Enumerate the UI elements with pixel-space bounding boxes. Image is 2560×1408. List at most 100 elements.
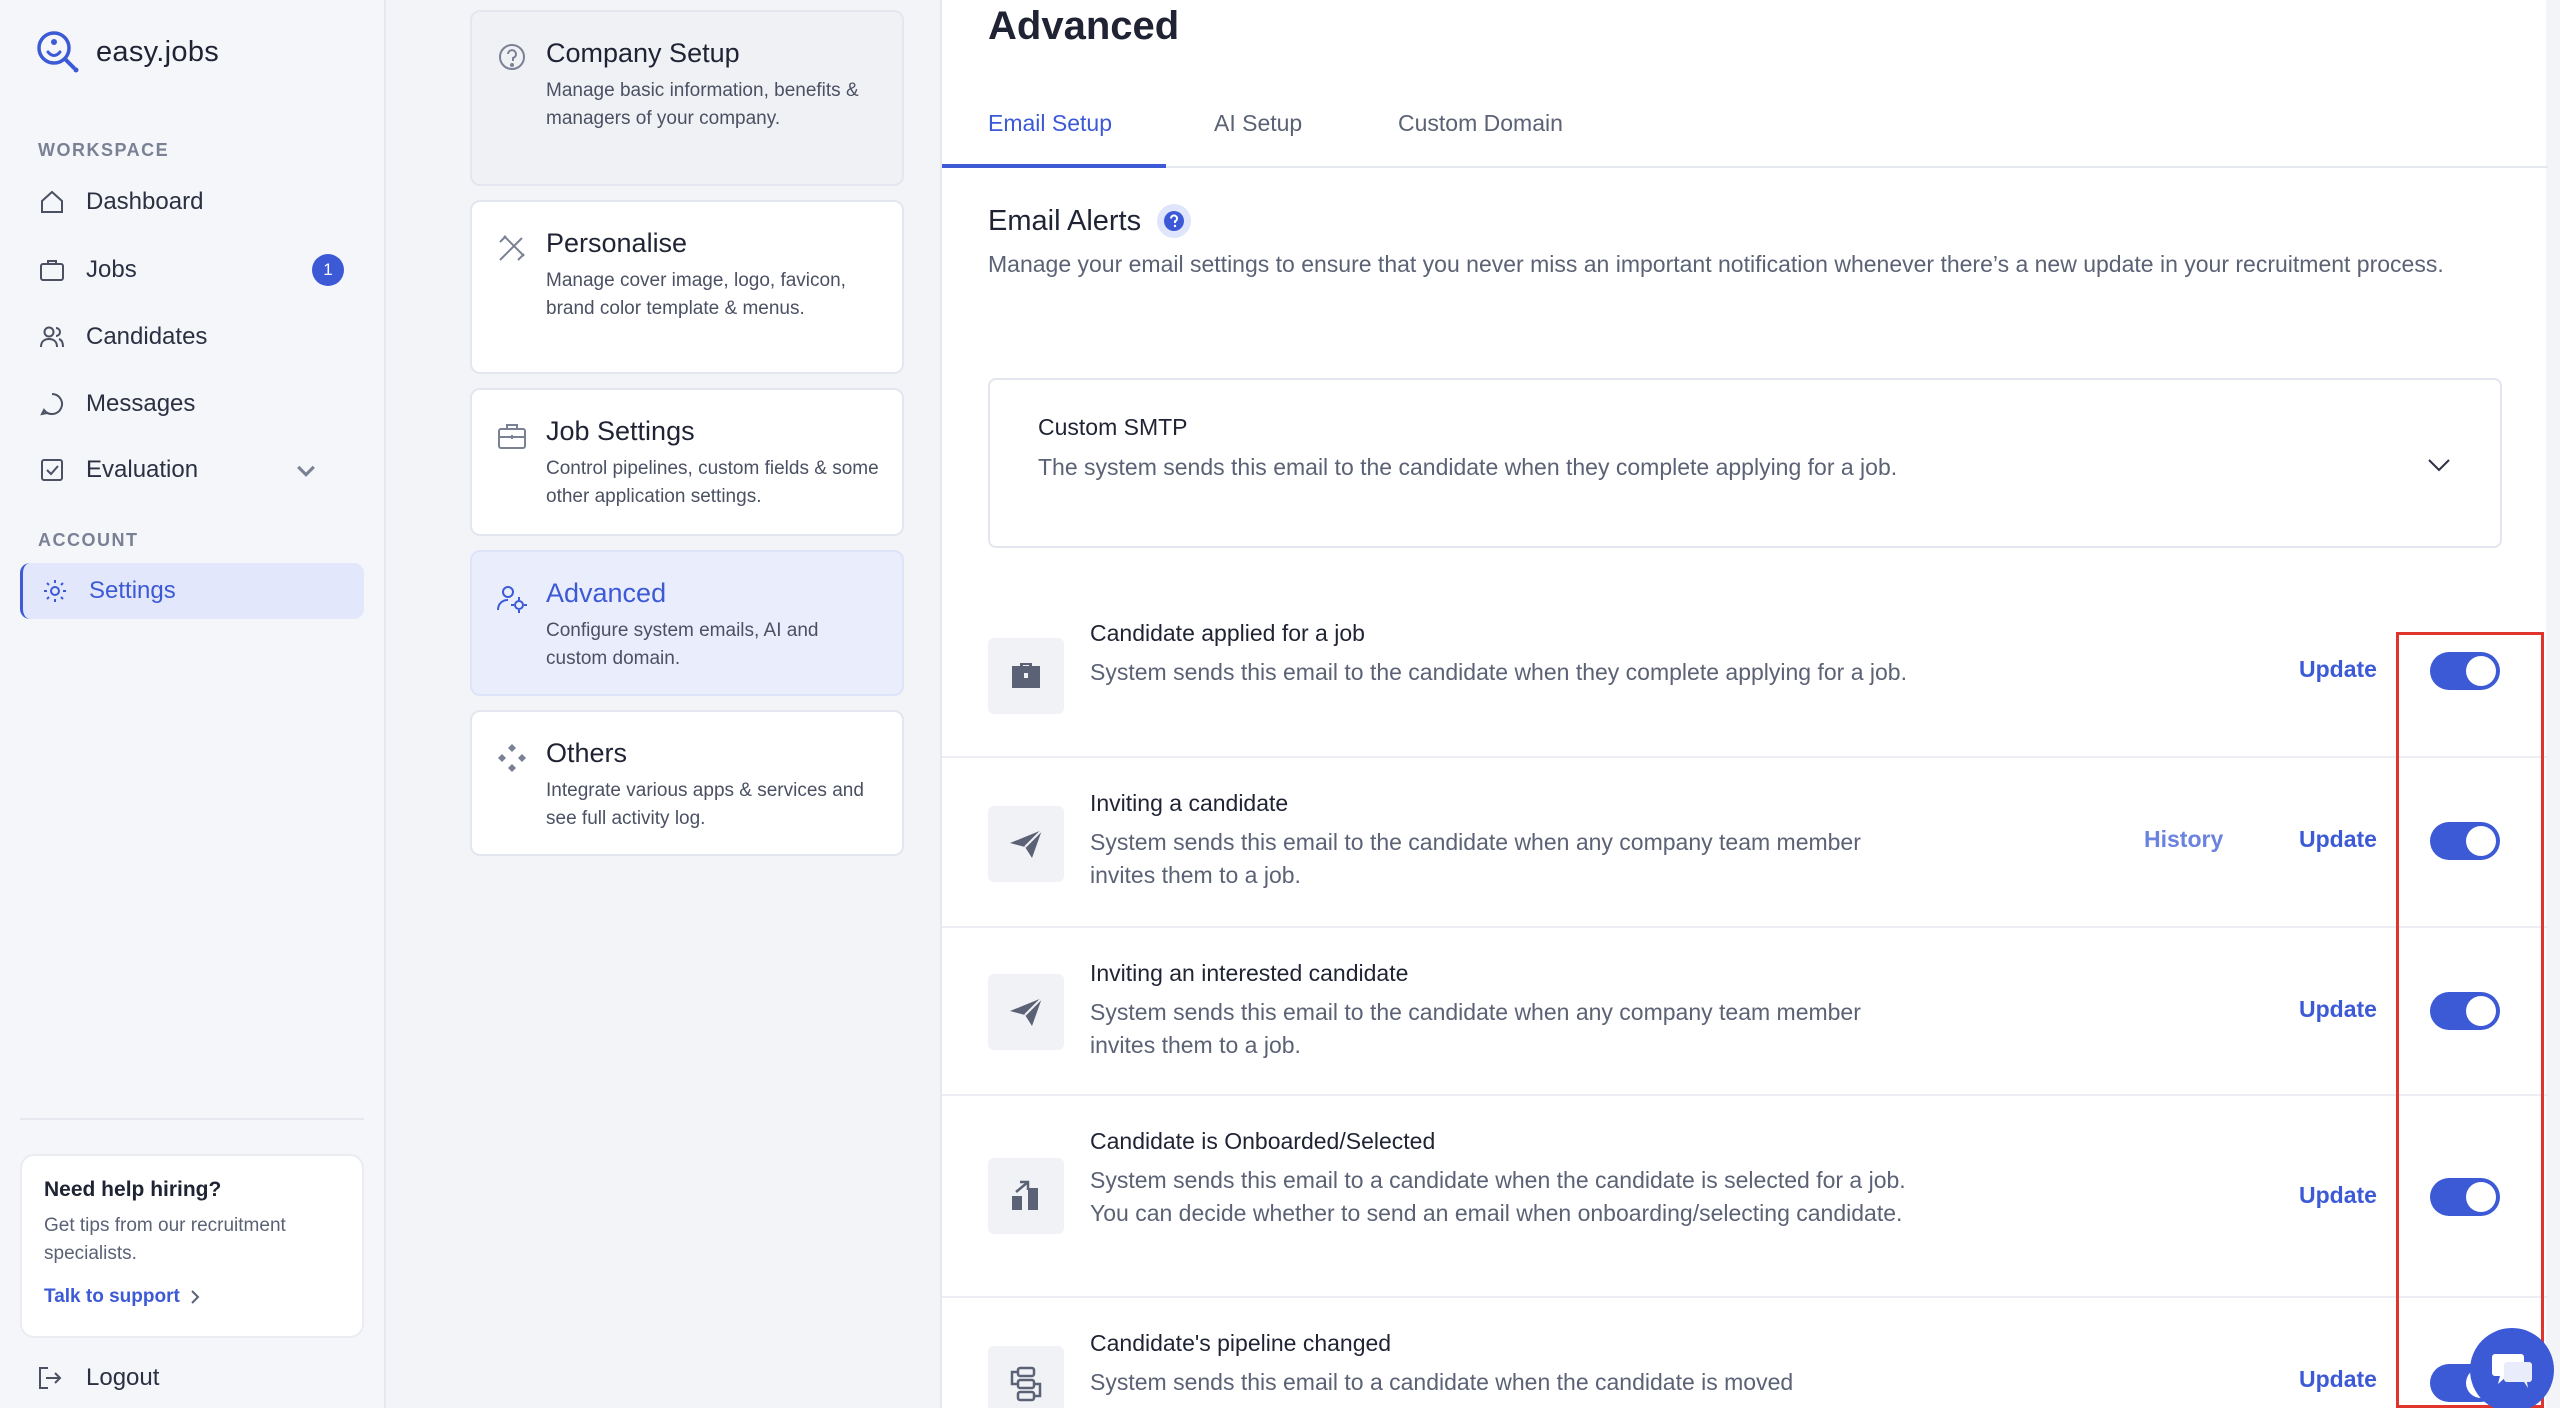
active-tab-indicator (942, 164, 1166, 168)
tab-custom-domain[interactable]: Custom Domain (1398, 110, 1563, 157)
question-bubble-icon (499, 44, 525, 70)
email-alert-toggle[interactable] (2430, 992, 2500, 1030)
apps-icon (498, 744, 526, 772)
onboard-icon (1012, 1180, 1038, 1210)
email-alert-toggle[interactable] (2430, 822, 2500, 860)
chevron-down-icon (2428, 459, 2450, 472)
brand-logo[interactable]: easy.jobs (34, 28, 219, 76)
chevron-down-icon (297, 465, 315, 477)
sidebar-item-label: Messages (86, 390, 196, 417)
jobs-count-badge: 1 (312, 254, 344, 286)
settings-card-job-settings[interactable]: Job Settings Control pipelines, custom f… (470, 388, 904, 536)
settings-card-title: Personalise (546, 228, 688, 258)
email-alerts-description: Manage your email settings to ensure tha… (988, 251, 2444, 277)
row-desc: System sends this email to a candidate w… (1090, 1167, 1906, 1226)
workspace-section-label: WORKSPACE (38, 140, 170, 160)
row-desc: System sends this email to the candidate… (1090, 659, 1907, 685)
row-title: Candidate is Onboarded/Selected (1090, 1128, 1436, 1154)
talk-to-support-label: Talk to support (44, 1286, 180, 1307)
sidebar-item-dashboard[interactable]: Dashboard (20, 174, 364, 230)
chat-support-button[interactable] (2470, 1328, 2554, 1408)
sidebar-item-label: Jobs (86, 256, 137, 283)
settings-menu: Company Setup Manage basic information, … (386, 0, 940, 1408)
sidebar-item-label: Dashboard (86, 188, 204, 215)
briefcase-icon (1012, 663, 1040, 688)
update-link[interactable]: Update (2299, 826, 2377, 853)
update-link[interactable]: Update (2299, 1182, 2377, 1209)
users-icon (40, 326, 64, 348)
email-alert-row: Candidate's pipeline changed System send… (942, 1298, 2548, 1408)
app-sidebar: easy.jobs WORKSPACE Dashboard Jobs 1 Can… (0, 0, 386, 1408)
checklist-icon (41, 459, 63, 481)
settings-card-desc: Manage cover image, logo, favicon, brand… (546, 270, 846, 319)
history-link[interactable]: History (2144, 826, 2223, 853)
help-card-title: Need help hiring? (44, 1178, 222, 1201)
row-icon-box (988, 1346, 1064, 1408)
row-title: Inviting a candidate (1090, 790, 1289, 816)
home-icon (41, 190, 63, 213)
row-icon-box (988, 806, 1064, 882)
row-desc: System sends this email to the candidate… (1090, 999, 1861, 1058)
settings-card-others[interactable]: Others Integrate various apps & services… (470, 710, 904, 856)
row-title: Candidate applied for a job (1090, 620, 1365, 646)
sidebar-item-settings[interactable]: Settings (20, 563, 364, 619)
update-link[interactable]: Update (2299, 1366, 2377, 1393)
update-link[interactable]: Update (2299, 996, 2377, 1023)
custom-smtp-accordion[interactable]: Custom SMTP The system sends this email … (988, 378, 2502, 548)
settings-card-desc: Control pipelines, custom fields & some … (546, 458, 879, 507)
sidebar-item-label: Settings (89, 577, 176, 604)
email-alert-row: Candidate applied for a job System sends… (942, 590, 2548, 758)
email-alert-row: Inviting a candidate System sends this e… (942, 758, 2548, 928)
email-alert-toggle[interactable] (2430, 1178, 2500, 1216)
logout-button[interactable]: Logout (36, 1364, 159, 1392)
settings-card-desc: Configure system emails, AI and custom d… (546, 620, 819, 669)
settings-card-personalise[interactable]: Personalise Manage cover image, logo, fa… (470, 200, 904, 374)
row-icon-box (988, 638, 1064, 714)
logout-label: Logout (86, 1364, 160, 1391)
account-section-label: ACCOUNT (38, 530, 139, 550)
pipeline-icon (1010, 1366, 1042, 1402)
talk-to-support-link[interactable]: Talk to support (44, 1286, 202, 1308)
message-icon (40, 393, 63, 416)
settings-card-title: Company Setup (546, 38, 740, 68)
chevron-right-icon (191, 1290, 200, 1304)
help-question-icon[interactable] (1157, 204, 1192, 238)
custom-smtp-desc: The system sends this email to the candi… (1038, 454, 1898, 480)
paper-plane-icon (1010, 997, 1043, 1026)
briefcase-settings-icon (498, 424, 526, 449)
row-icon-box (988, 974, 1064, 1050)
sidebar-item-messages[interactable]: Messages (20, 376, 364, 432)
design-tools-icon (499, 235, 525, 261)
page-title: Advanced (988, 4, 1180, 48)
settings-card-advanced[interactable]: Advanced Configure system emails, AI and… (470, 550, 904, 696)
sidebar-item-label: Candidates (86, 323, 208, 350)
logout-icon (39, 1367, 62, 1389)
settings-tabs: Email Setup AI Setup Custom Domain (942, 96, 2548, 168)
email-alerts-title: Email Alerts (988, 204, 1142, 237)
brand-name: easy.jobs (96, 35, 220, 68)
tab-email-setup[interactable]: Email Setup (988, 110, 1112, 157)
update-link[interactable]: Update (2299, 656, 2377, 683)
settings-card-title: Job Settings (546, 416, 695, 446)
tab-ai-setup[interactable]: AI Setup (1214, 110, 1302, 157)
settings-card-company-setup[interactable]: Company Setup Manage basic information, … (470, 10, 904, 186)
sidebar-item-jobs[interactable]: Jobs 1 (20, 242, 364, 298)
user-gear-icon (497, 586, 527, 613)
email-alert-row: Inviting an interested candidate System … (942, 928, 2548, 1096)
settings-card-desc: Integrate various apps & services and se… (546, 780, 864, 829)
gear-icon (44, 580, 66, 602)
sidebar-item-evaluation[interactable]: Evaluation (20, 442, 364, 498)
custom-smtp-title: Custom SMTP (1038, 414, 1188, 440)
settings-card-title: Others (546, 738, 628, 768)
row-desc: System sends this email to the candidate… (1090, 829, 1861, 888)
sidebar-item-candidates[interactable]: Candidates (20, 309, 364, 365)
easyjobs-logo-icon (37, 31, 79, 73)
advanced-settings-panel: Advanced Email Setup AI Setup Custom Dom… (940, 0, 2548, 1408)
settings-card-desc: Manage basic information, benefits & man… (546, 80, 859, 129)
briefcase-icon (40, 260, 64, 281)
email-alert-toggle[interactable] (2430, 652, 2500, 690)
sidebar-divider (20, 1118, 364, 1120)
settings-card-title: Advanced (546, 578, 667, 608)
chat-icon (2492, 1354, 2532, 1388)
row-icon-box (988, 1158, 1064, 1234)
